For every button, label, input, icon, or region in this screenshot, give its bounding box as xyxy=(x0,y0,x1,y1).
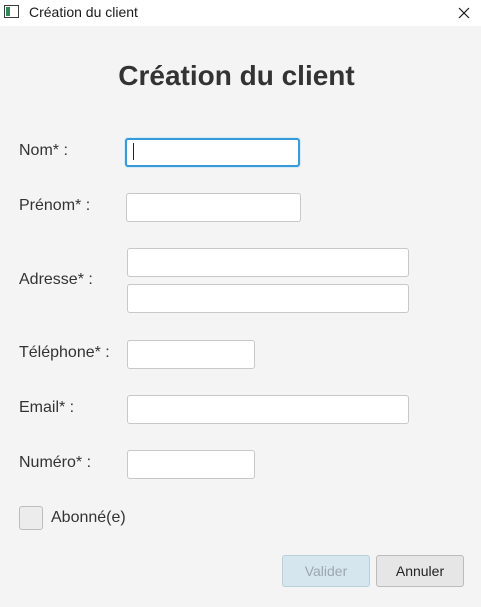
prenom-input[interactable] xyxy=(126,193,301,222)
numero-label: Numéro* : xyxy=(19,454,92,471)
email-input[interactable] xyxy=(127,395,409,424)
adresse-label: Adresse* : xyxy=(19,271,93,288)
nom-input[interactable] xyxy=(125,138,300,167)
app-window-icon xyxy=(4,5,19,18)
telephone-input[interactable] xyxy=(127,340,255,369)
dialog-window: Création du client Création du client No… xyxy=(0,0,481,607)
adresse-line1-input[interactable] xyxy=(127,248,409,277)
cancel-button[interactable]: Annuler xyxy=(376,555,464,587)
window-title: Création du client xyxy=(29,4,138,20)
validate-button[interactable]: Valider xyxy=(282,555,370,587)
text-caret xyxy=(133,143,134,160)
prenom-label: Prénom* : xyxy=(19,197,91,214)
subscribed-label[interactable]: Abonné(e) xyxy=(51,509,126,527)
adresse-line2-input[interactable] xyxy=(127,284,409,313)
title-bar: Création du client xyxy=(0,0,481,26)
close-button[interactable] xyxy=(447,0,481,26)
nom-label: Nom* : xyxy=(19,142,68,159)
telephone-label: Téléphone* : xyxy=(19,344,110,361)
subscribed-checkbox[interactable] xyxy=(19,506,43,530)
numero-input[interactable] xyxy=(127,450,255,479)
email-label: Email* : xyxy=(19,399,75,416)
page-title: Création du client xyxy=(118,60,355,91)
close-icon xyxy=(458,7,470,19)
